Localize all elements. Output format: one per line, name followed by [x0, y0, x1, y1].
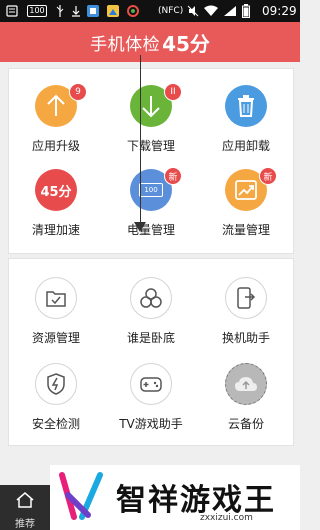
tools-card-secondary: 资源管理 谁是卧底 换机助手 安全检测 TV游戏助手 云备份: [8, 258, 294, 446]
tool-label: TV游戏助手: [119, 417, 183, 431]
cloud-upload-icon: [225, 363, 267, 405]
signal-badge-text: 100: [27, 5, 47, 17]
wifi-icon: [203, 4, 219, 18]
tools-card-primary: 9 应用升级 II 下载管理 应用卸载 45分 清理加速 100 新 电量管理 …: [8, 68, 294, 254]
tool-label: 安全检测: [31, 417, 80, 431]
new-badge: 新: [259, 167, 277, 185]
battery-tool-text: 100: [139, 183, 163, 197]
clock: 09:29: [262, 4, 297, 18]
brand-url: zxxizui.com: [200, 513, 253, 523]
group-icon: [130, 277, 172, 319]
brand-logo-icon: [58, 471, 104, 521]
tool-label: 流量管理: [221, 223, 270, 237]
tool-label: 应用卸载: [221, 139, 270, 153]
annotation-pointer-line: [140, 55, 141, 225]
tool-label: 清理加速: [31, 223, 80, 237]
sync-icon: [126, 4, 140, 18]
new-badge: 新: [164, 167, 182, 185]
tab-recommend-label: 推荐: [15, 519, 35, 530]
gamepad-icon: [130, 363, 172, 405]
mute-icon: [187, 4, 199, 18]
usb-icon: [54, 4, 66, 18]
home-icon: [15, 491, 35, 513]
status-bar: 100 (NFC) 09:29: [0, 0, 300, 22]
signal-badge-icon: 100: [27, 4, 47, 18]
shield-icon: [35, 363, 77, 405]
tool-label: 电量管理: [126, 223, 175, 237]
app-notification-icon: [86, 4, 100, 18]
health-score: 45分: [162, 31, 210, 56]
tool-label: 云备份: [227, 417, 264, 431]
download-status-icon: [70, 4, 82, 18]
cell-signal-icon: [223, 4, 237, 18]
tab-recommend[interactable]: 推荐: [0, 485, 50, 530]
site-watermark: 智祥游戏王 zxxizui.com: [50, 465, 300, 530]
header-title: 手机体检: [90, 34, 161, 55]
health-check-header[interactable]: 手机体检 45分: [0, 22, 300, 62]
image-notification-icon: [106, 4, 120, 18]
tool-label: 谁是卧底: [126, 331, 175, 345]
battery-icon: [242, 4, 250, 18]
nfc-indicator: (NFC): [158, 6, 184, 16]
tool-label: 资源管理: [31, 331, 80, 345]
phone-transfer-icon: [225, 277, 267, 319]
score-icon: 45分: [35, 169, 77, 211]
folder-icon: [35, 277, 77, 319]
update-count-badge: 9: [69, 83, 87, 101]
tool-label: 换机助手: [221, 331, 270, 345]
trash-icon: [225, 85, 267, 127]
annotation-pointer-arrow: [134, 222, 146, 232]
pause-badge: II: [164, 83, 182, 101]
notification-icon: [6, 4, 18, 18]
tool-label: 下载管理: [126, 139, 175, 153]
tool-label: 应用升级: [31, 139, 80, 153]
